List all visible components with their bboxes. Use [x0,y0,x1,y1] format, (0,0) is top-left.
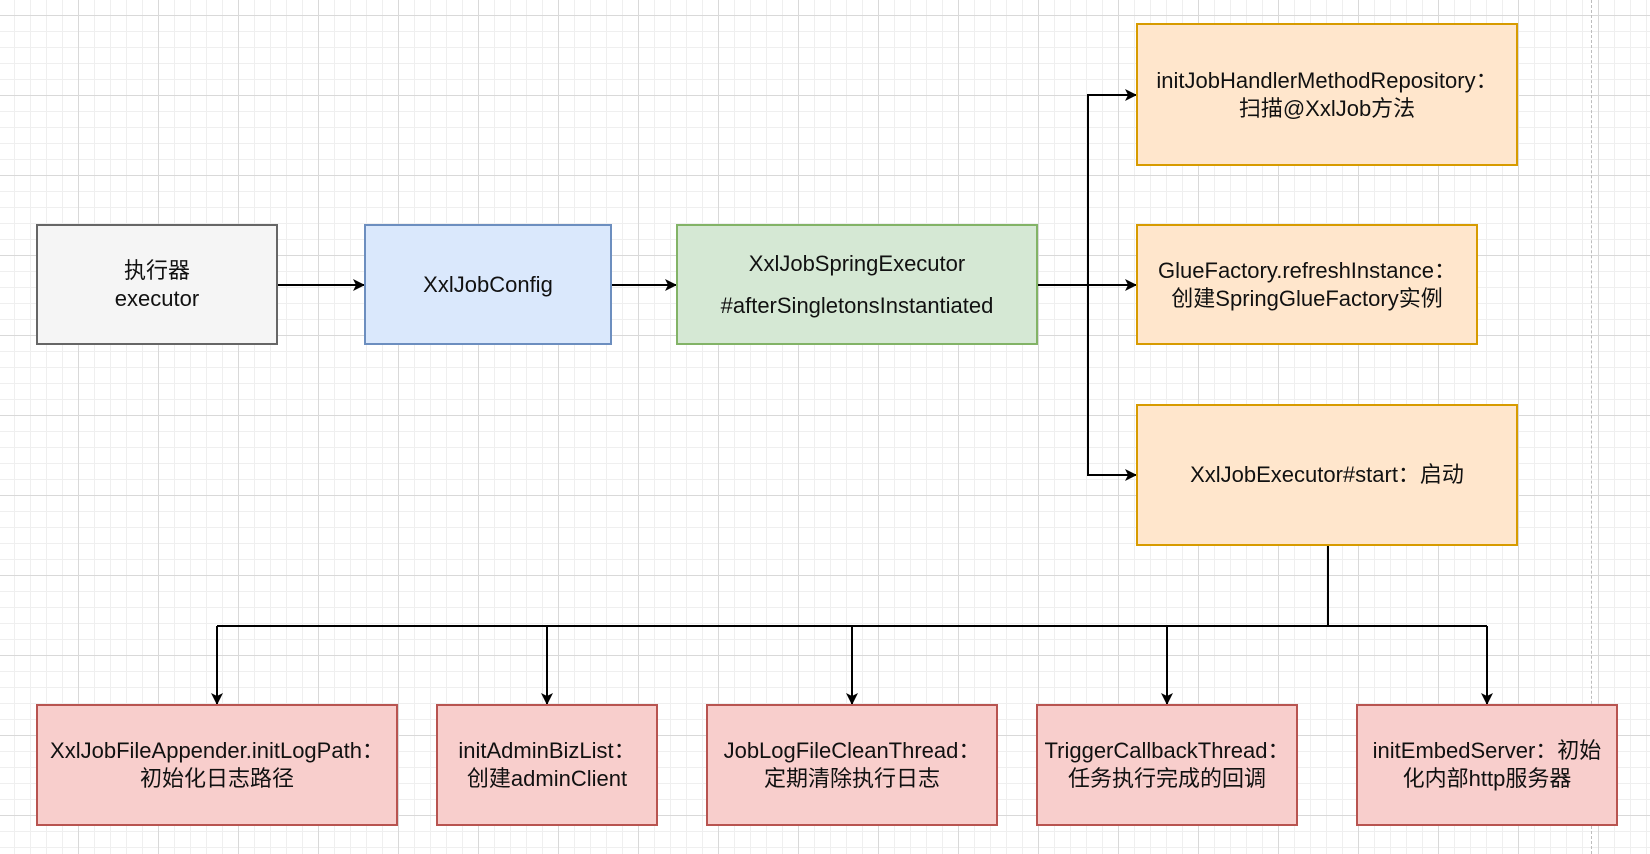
node-glue-factory-label-2: 创建SpringGlueFactory实例 [1171,285,1443,311]
node-init-log-path[interactable]: XxlJobFileAppender.initLogPath： 初始化日志路径 [36,704,398,826]
node-xxl-job-executor-start[interactable]: XxlJobExecutor#start：启动 [1136,404,1518,546]
node-executor[interactable]: 执行器 executor [36,224,278,345]
node-trigger-callback-thread[interactable]: TriggerCallbackThread： 任务执行完成的回调 [1036,704,1298,826]
node-init-embed-server[interactable]: initEmbedServer：初始 化内部http服务器 [1356,704,1618,826]
edge-executor-start-bus [217,546,1487,627]
node-init-admin-biz-list[interactable]: initAdminBizList： 创建adminClient [436,704,658,826]
node-xxl-job-config-label: XxlJobConfig [423,271,553,297]
node-spring-executor-label-1: XxlJobSpringExecutor [748,250,966,276]
node-xxl-job-config[interactable]: XxlJobConfig [364,224,612,345]
edge-spring-executor-to-executor-start [1087,285,1137,481]
node-embed-server-label-1: initEmbedServer：初始 [1372,738,1602,763]
node-executor-label-2: executor [114,285,200,311]
node-callback-thread-label-2: 任务执行完成的回调 [1067,766,1266,791]
node-init-handler-repo-label-1: initJobHandlerMethodRepository： [1156,67,1498,93]
node-embed-server-label-2: 化内部http服务器 [1402,766,1572,791]
node-init-admin-biz-label-1: initAdminBizList： [458,738,636,763]
node-init-log-path-label-2: 初始化日志路径 [139,766,294,791]
node-glue-factory-label-1: GlueFactory.refreshInstance： [1158,257,1456,283]
node-log-clean-thread-label-1: JobLogFileCleanThread： [723,738,981,763]
node-spring-executor-label-2: #afterSingletonsInstantiated [720,292,994,318]
node-xxl-job-spring-executor[interactable]: XxlJobSpringExecutor #afterSingletonsIns… [676,224,1038,345]
node-log-clean-thread-label-2: 定期清除执行日志 [763,766,940,791]
node-callback-thread-label-1: TriggerCallbackThread： [1044,738,1290,763]
node-init-log-path-label-1: XxlJobFileAppender.initLogPath： [50,738,384,763]
node-init-job-handler-method-repository[interactable]: initJobHandlerMethodRepository： 扫描@XxlJo… [1136,23,1518,166]
node-init-handler-repo-label-2: 扫描@XxlJob方法 [1238,95,1416,121]
node-init-admin-biz-label-2: 创建adminClient [466,766,628,791]
edge-spring-executor-to-init-handler-repo [1038,89,1137,286]
node-executor-start-label: XxlJobExecutor#start：启动 [1190,462,1464,487]
node-executor-label-1: 执行器 [123,257,190,283]
node-glue-factory-refresh-instance[interactable]: GlueFactory.refreshInstance： 创建SpringGlu… [1136,224,1478,345]
node-job-log-file-clean-thread[interactable]: JobLogFileCleanThread： 定期清除执行日志 [706,704,998,826]
